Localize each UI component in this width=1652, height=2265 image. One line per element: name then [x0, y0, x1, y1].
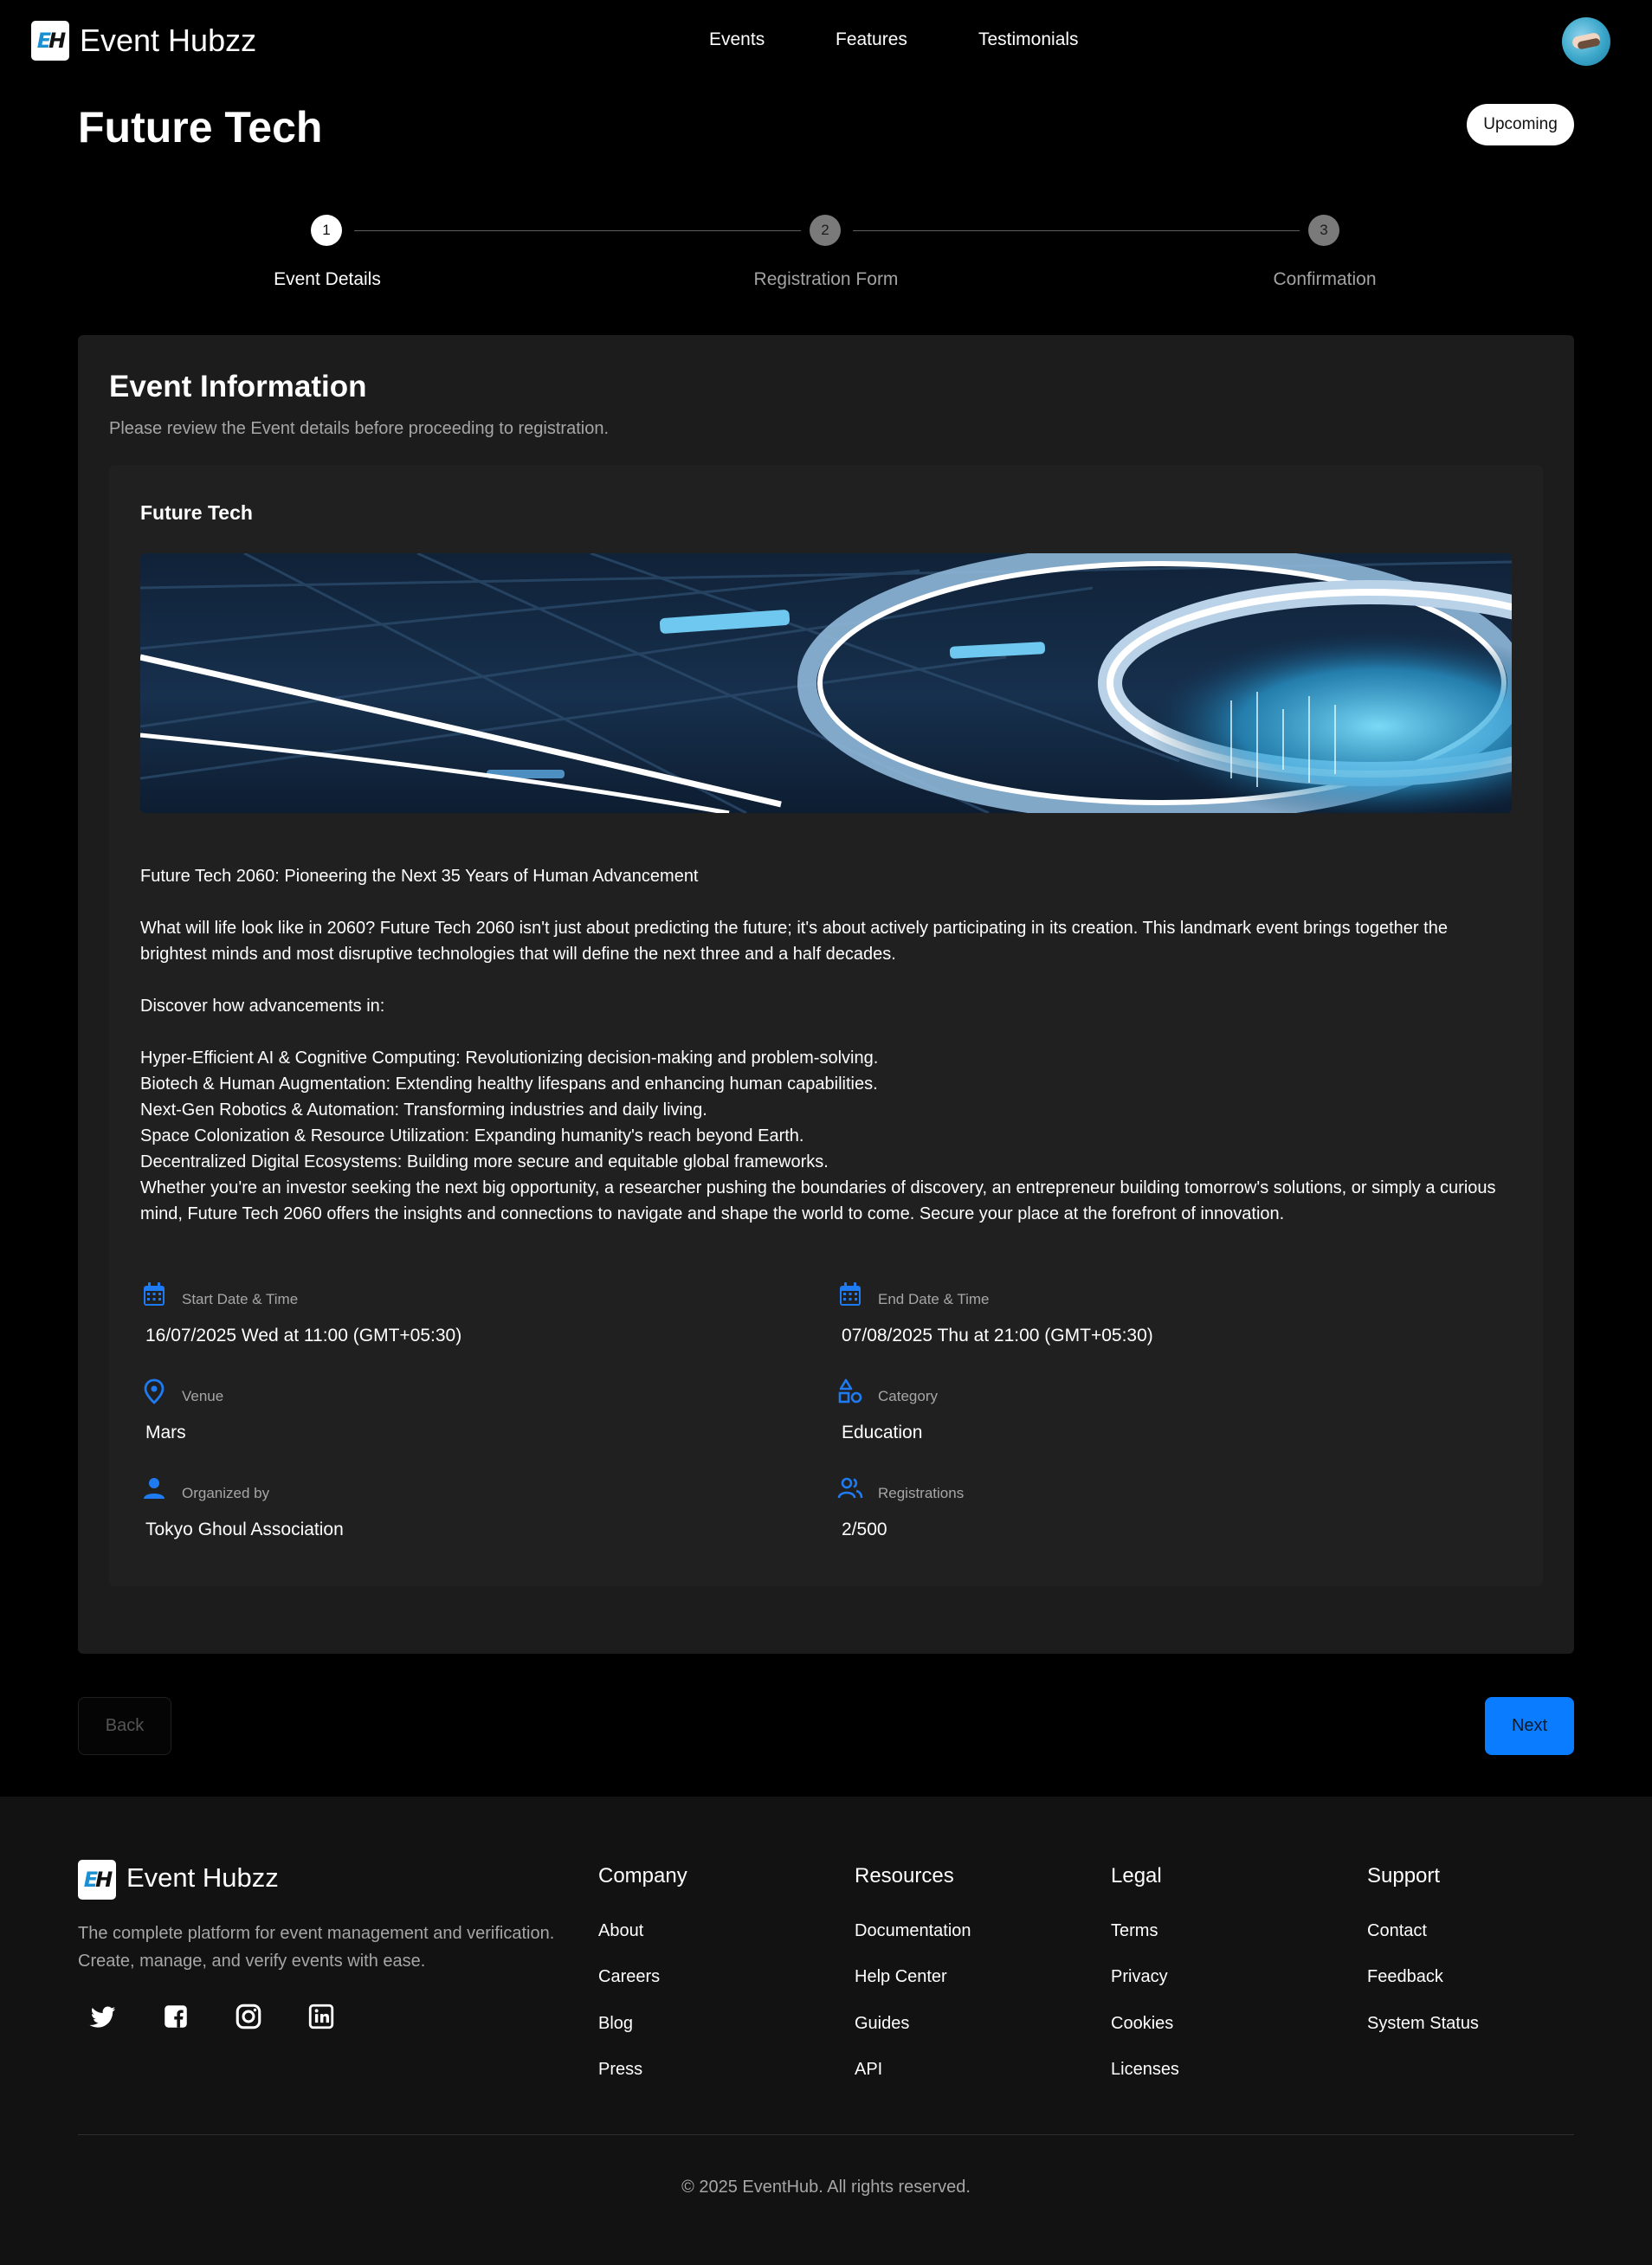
nav-link-features[interactable]: Features [836, 29, 907, 50]
footer-link-system-status[interactable]: System Status [1367, 2014, 1479, 2034]
venue-value: Mars [145, 1423, 186, 1442]
step-2-label: Registration Form [753, 269, 899, 289]
footer-logo[interactable]: EH [78, 1860, 116, 1900]
next-button[interactable]: Next [1485, 1697, 1574, 1755]
description-closing: Whether you're an investor seeking the n… [140, 1178, 1496, 1223]
footer-link-cookies[interactable]: Cookies [1111, 2014, 1173, 2034]
description-intro: What will life look like in 2060? Future… [140, 919, 1448, 964]
person-icon [144, 1478, 165, 1499]
step-1-label: Event Details [274, 269, 381, 289]
footer-link-about[interactable]: About [598, 1921, 643, 1941]
description-point: Biotech & Human Augmentation: Extending … [140, 1074, 878, 1094]
description-point: Next-Gen Robotics & Automation: Transfor… [140, 1100, 707, 1120]
description-lead: Discover how advancements in: [140, 997, 385, 1016]
footer-description: The complete platform for event manageme… [78, 1924, 555, 1971]
event-banner-image [140, 553, 1512, 813]
location-pin-icon [144, 1378, 165, 1404]
venue-label: Venue [182, 1388, 224, 1404]
linkedin-icon[interactable] [307, 2002, 336, 2031]
description-point: Decentralized Digital Ecosystems: Buildi… [140, 1152, 829, 1171]
description-headline: Future Tech 2060: Pioneering the Next 35… [140, 867, 699, 886]
step-connector [354, 230, 801, 231]
page-title: Future Tech [78, 103, 323, 152]
footer-link-careers[interactable]: Careers [598, 1967, 660, 1987]
calendar-icon [840, 1282, 861, 1306]
facebook-icon[interactable] [161, 2002, 190, 2031]
start-date-value: 16/07/2025 Wed at 11:00 (GMT+05:30) [145, 1326, 462, 1345]
description-point: Space Colonization & Resource Utilizatio… [140, 1126, 804, 1145]
footer-link-help-center[interactable]: Help Center [855, 1967, 947, 1987]
footer-link-blog[interactable]: Blog [598, 2014, 633, 2034]
footer-link-documentation[interactable]: Documentation [855, 1921, 971, 1941]
calendar-icon [144, 1282, 165, 1306]
people-icon [837, 1477, 863, 1499]
footer-col-resources-title: Resources [855, 1864, 954, 1888]
footer-link-terms[interactable]: Terms [1111, 1921, 1158, 1941]
step-3-label: Confirmation [1273, 269, 1377, 289]
start-date-label: Start Date & Time [182, 1291, 299, 1307]
footer-col-legal-title: Legal [1111, 1864, 1162, 1888]
event-information-card: Event Information Please review the Even… [78, 335, 1574, 1654]
end-date-value: 07/08/2025 Thu at 21:00 (GMT+05:30) [842, 1326, 1153, 1345]
card-title: Event Information [109, 370, 367, 403]
step-1-indicator: 1 [311, 215, 342, 246]
end-date-label: End Date & Time [878, 1291, 990, 1307]
copyright: © 2025 EventHub. All rights reserved. [681, 2178, 971, 2197]
footer-logo-mark: EH [83, 1868, 113, 1892]
footer-link-feedback[interactable]: Feedback [1367, 1967, 1443, 1987]
event-name: Future Tech [140, 501, 253, 524]
step-connector [853, 230, 1300, 231]
footer-link-guides[interactable]: Guides [855, 2014, 909, 2034]
event-detail-panel: Future Tech Future Tech 2060: Pioneering… [109, 465, 1543, 1586]
nav-link-events[interactable]: Events [709, 29, 765, 50]
brand-logo-mark: EH [36, 29, 66, 53]
brand-name[interactable]: Event Hubzz [80, 23, 256, 59]
registrations-value: 2/500 [842, 1520, 887, 1539]
registrations-label: Registrations [878, 1485, 965, 1501]
twitter-icon[interactable] [88, 2002, 118, 2031]
organizer-label: Organized by [182, 1485, 270, 1501]
back-button[interactable]: Back [78, 1697, 171, 1755]
step-3-indicator: 3 [1308, 215, 1339, 246]
footer-divider [78, 2134, 1574, 2135]
footer-col-company-title: Company [598, 1864, 687, 1888]
description-point: Hyper-Efficient AI & Cognitive Computing… [140, 1049, 879, 1068]
footer-link-licenses[interactable]: Licenses [1111, 2060, 1179, 2080]
footer-brand-name: Event Hubzz [126, 1862, 279, 1893]
banner-artwork [140, 553, 1512, 813]
footer-link-press[interactable]: Press [598, 2060, 642, 2080]
category-value: Education [842, 1423, 923, 1442]
category-label: Category [878, 1388, 938, 1404]
shapes-icon [838, 1378, 862, 1404]
status-badge: Upcoming [1467, 104, 1574, 145]
footer-link-privacy[interactable]: Privacy [1111, 1967, 1168, 1987]
nav-link-testimonials[interactable]: Testimonials [978, 29, 1079, 50]
card-subtitle: Please review the Event details before p… [109, 419, 610, 438]
organizer-value: Tokyo Ghoul Association [145, 1520, 344, 1539]
step-2-indicator: 2 [810, 215, 841, 246]
footer-col-support-title: Support [1367, 1864, 1441, 1888]
footer: EH Event Hubzz The complete platform for… [0, 1797, 1652, 2265]
user-avatar[interactable] [1562, 17, 1610, 66]
instagram-icon[interactable] [234, 2002, 263, 2031]
brand-logo[interactable]: EH [31, 21, 69, 61]
footer-link-contact[interactable]: Contact [1367, 1921, 1427, 1941]
top-navbar: EH Event Hubzz Events Features Testimoni… [0, 0, 1652, 82]
event-description: Future Tech 2060: Pioneering the Next 35… [140, 863, 1512, 1227]
footer-link-api[interactable]: API [855, 2060, 882, 2080]
